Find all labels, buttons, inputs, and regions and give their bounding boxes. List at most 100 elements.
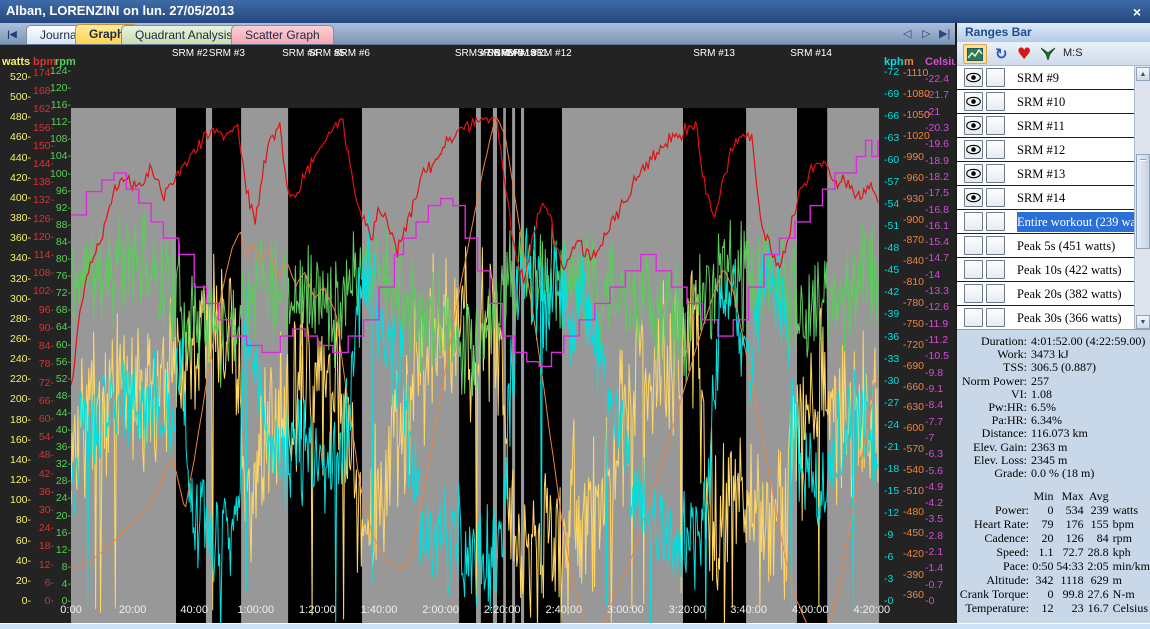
range-checkbox[interactable] [986,92,1005,111]
range-label[interactable]: Peak 10s (422 watts) [1017,260,1150,280]
axis-label: -69 [884,88,900,101]
tab-scroll-left-button[interactable]: |◀ [4,27,20,41]
range-row[interactable]: Entire workout (239 watts) [957,210,1150,234]
axis-label: 72- [55,287,71,300]
range-row[interactable]: SRM #10 [957,90,1150,114]
axis-label: -990 [903,150,925,163]
table-header: Min [1033,489,1054,504]
tab-scatter-graph[interactable]: Scatter Graph [231,25,334,44]
eye-icon[interactable] [964,92,983,111]
axis-label: -2.1 [925,546,944,559]
range-checkbox[interactable] [986,212,1005,231]
horizontal-scrollbar[interactable] [0,623,1150,629]
range-row[interactable]: SRM #13 [957,162,1150,186]
window-titlebar: Alban, LORENZINI on lun. 27/05/2013 × [0,0,1150,23]
range-checkbox[interactable] [986,308,1005,327]
range-checkbox[interactable] [986,236,1005,255]
axis-label: -9.1 [925,382,944,395]
visibility-toggle[interactable] [964,236,983,255]
eye-icon[interactable] [964,140,983,159]
srm-marker-label: SRM #6 [333,48,370,59]
workout-plot[interactable] [71,108,879,629]
axis-label: 100- [9,494,31,507]
axis-label: 44- [55,406,71,419]
range-row[interactable]: Peak 20s (382 watts) [957,282,1150,306]
intervals-icon[interactable] [1040,47,1056,65]
axis-label: -420 [903,547,925,560]
scroll-up-button[interactable]: ▲ [1136,67,1150,81]
range-label[interactable]: SRM #11 [1017,116,1150,136]
range-label[interactable]: Peak 20s (382 watts) [1017,284,1150,304]
heart-icon[interactable]: ♥ [1017,44,1031,63]
range-row[interactable]: SRM #11 [957,114,1150,138]
axis-label: 100- [50,167,72,180]
range-checkbox[interactable] [986,140,1005,159]
range-label[interactable]: Peak 5s (451 watts) [1017,236,1150,256]
range-label[interactable]: Entire workout (239 watts) [1017,211,1150,232]
time-axis-label: 3:00:00 [607,604,644,616]
range-label[interactable]: SRM #10 [1017,92,1150,112]
visibility-toggle[interactable] [964,308,983,327]
mode-label: M:S [1063,47,1083,59]
time-axis-label: 2:20:00 [483,604,521,616]
axis-label: -18.2 [925,170,949,183]
range-label[interactable]: SRM #9 [1017,68,1150,88]
refresh-icon[interactable]: ↻ [995,45,1008,63]
axis-label: -12.6 [925,301,949,314]
range-checkbox[interactable] [986,260,1005,279]
axis-label: 500- [9,91,31,104]
tab-nav-next-button[interactable]: ▷ [922,27,930,41]
axis-label: 380- [9,212,31,225]
range-checkbox[interactable] [986,188,1005,207]
range-row[interactable]: Peak 5s (451 watts) [957,234,1150,258]
range-row[interactable]: Peak 30s (366 watts) [957,306,1150,329]
axis-label: -3 [884,572,894,585]
eye-icon[interactable] [964,116,983,135]
axis-label: -18 [884,462,900,475]
graph-toggle-button[interactable] [963,44,987,64]
axis-label: -840 [903,255,925,268]
range-label[interactable]: SRM #14 [1017,188,1150,208]
tab-nav-last-button[interactable]: ▶| [939,27,950,41]
table-row: Speed: 1.1 72.7 28.8 kph [996,545,1131,560]
range-checkbox[interactable] [986,68,1005,87]
axis-label: 104- [50,150,72,163]
axis-label: -13.3 [925,285,949,298]
axis-label: 140- [9,453,31,466]
window-title: Alban, LORENZINI on lun. 27/05/2013 [6,3,235,18]
scrollbar-thumb[interactable] [1136,154,1150,249]
tab-quadrant-analysis[interactable]: Quadrant Analysis [121,25,247,44]
range-row[interactable]: SRM #14 [957,186,1150,210]
axis-label: -9.8 [925,366,944,379]
axis-label: -20.3 [925,121,949,134]
graph-panel: wattsbpmrpmkphmCelsius520-500-480-460-44… [0,45,955,629]
range-label[interactable]: SRM #13 [1017,164,1150,184]
range-row[interactable]: SRM #9 [957,66,1150,90]
ranges-scrollbar[interactable]: ▲ ▼ [1134,66,1150,329]
axis-label: -16.1 [925,219,949,232]
axis-label: -0 [925,595,935,607]
tab-nav-prev-button[interactable]: ◁ [903,27,911,41]
range-checkbox[interactable] [986,284,1005,303]
ranges-bar-toolbar: ↻ ♥ M:S [957,42,1150,66]
range-checkbox[interactable] [986,116,1005,135]
range-row[interactable]: SRM #12 [957,138,1150,162]
range-label[interactable]: SRM #12 [1017,140,1150,160]
range-row[interactable]: Peak 10s (422 watts) [957,258,1150,282]
srm-marker-label: SRM #2 [171,48,208,59]
eye-icon[interactable] [964,164,983,183]
range-label[interactable]: Peak 30s (366 watts) [1017,308,1150,328]
visibility-toggle[interactable] [964,212,983,231]
scroll-down-button[interactable]: ▼ [1136,315,1150,329]
close-button[interactable]: × [1133,1,1141,23]
axis-label: -60 [884,154,900,167]
visibility-toggle[interactable] [964,260,983,279]
range-checkbox[interactable] [986,164,1005,183]
axis-label: 520- [9,71,31,83]
time-axis-label: 1:40:00 [360,604,398,616]
axis-label: -10.5 [925,350,949,363]
eye-icon[interactable] [964,188,983,207]
axis-label: 360- [9,232,31,245]
visibility-toggle[interactable] [964,284,983,303]
eye-icon[interactable] [964,68,983,87]
